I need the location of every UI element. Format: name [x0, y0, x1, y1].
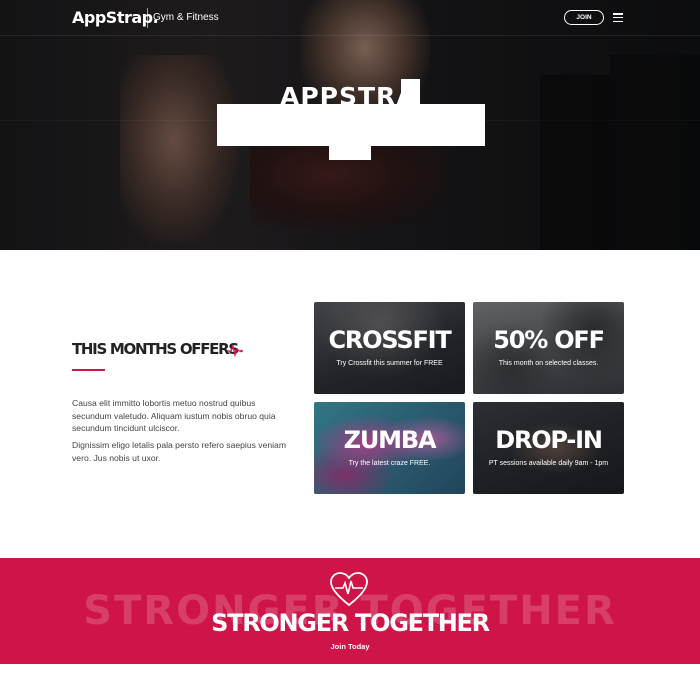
heart-pulse-icon — [330, 572, 368, 607]
redaction-block — [217, 104, 485, 146]
heartbeat-pulse-icon — [227, 343, 243, 357]
site-tagline: Gym & Fitness — [153, 12, 219, 23]
top-navbar: AppStrap. Gym & Fitness JOIN — [0, 0, 700, 36]
title-underline — [72, 369, 105, 371]
offers-paragraph-2: Dignissim eligo letalis pala persto refe… — [72, 440, 286, 463]
offers-paragraph-1: Causa elit immitto lobortis metuo nostru… — [72, 398, 276, 434]
hamburger-icon[interactable] — [613, 13, 623, 23]
tile-title: CROSSFIT — [328, 326, 451, 354]
hero-section: AppStrap. Gym & Fitness JOIN APPSTRA — [0, 0, 700, 250]
offer-tile-discount[interactable]: 50% OFF This month on selected classes. — [473, 302, 624, 394]
logo-divider — [147, 8, 148, 28]
app-logo[interactable]: AppStrap. — [72, 8, 159, 27]
offer-tile-crossfit[interactable]: CROSSFIT Try Crossfit this summer for FR… — [314, 302, 465, 394]
offer-tile-drop-in[interactable]: DROP-IN PT sessions available daily 9am … — [473, 402, 624, 494]
banner-title: STRONGER TOGETHER — [211, 609, 490, 637]
join-button[interactable]: JOIN — [564, 10, 604, 25]
redaction-block — [329, 146, 371, 160]
tile-subtitle: Try the latest craze FREE. — [348, 460, 431, 467]
tile-subtitle: PT sessions available daily 9am - 1pm — [488, 460, 609, 467]
stronger-together-banner: STRONGER TOGETHER STRONGER TOGETHER Join… — [0, 558, 700, 664]
redaction-block — [401, 79, 420, 105]
tile-subtitle: This month on selected classes. — [498, 360, 599, 367]
tile-title: ZUMBA — [343, 426, 437, 454]
offer-tile-zumba[interactable]: ZUMBA Try the latest craze FREE. — [314, 402, 465, 494]
tile-title: 50% OFF — [493, 326, 605, 354]
tile-subtitle: Try Crossfit this summer for FREE — [336, 360, 443, 367]
join-today-link[interactable]: Join Today — [0, 642, 700, 651]
section-title: THIS MONTHS OFFERS — [72, 340, 239, 358]
tile-title: DROP-IN — [495, 426, 603, 454]
